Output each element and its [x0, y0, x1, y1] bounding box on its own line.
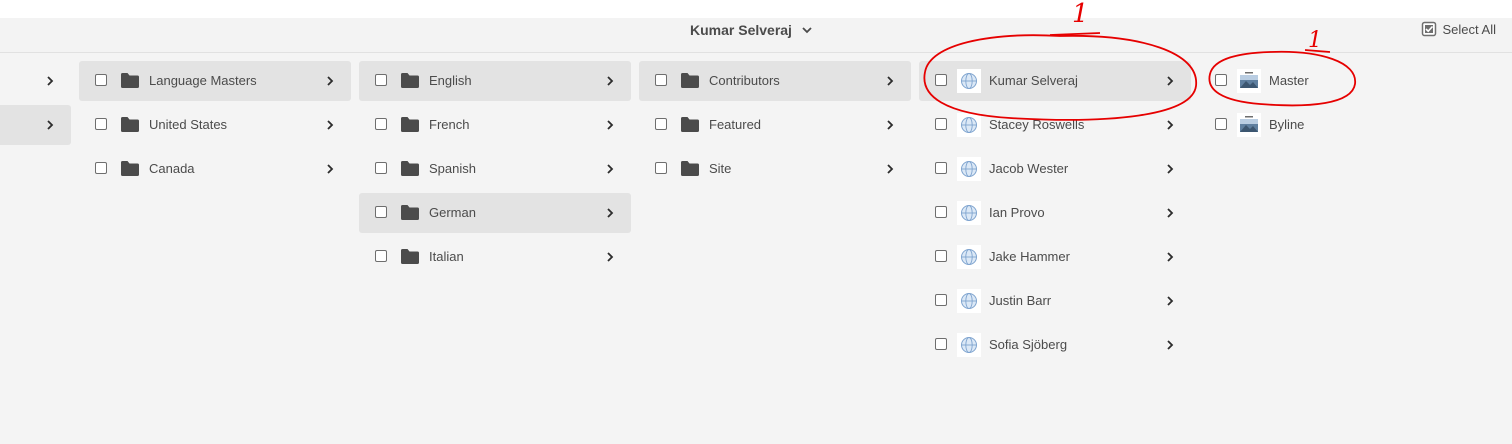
- annotation-overlay: [923, 32, 1356, 121]
- annotation-circle: [923, 34, 1197, 121]
- annotation-underline: [1049, 32, 1101, 36]
- annotation-circle: [1208, 50, 1356, 107]
- annotation-number: 1: [1308, 28, 1322, 53]
- annotation-number: 1: [1072, 0, 1089, 29]
